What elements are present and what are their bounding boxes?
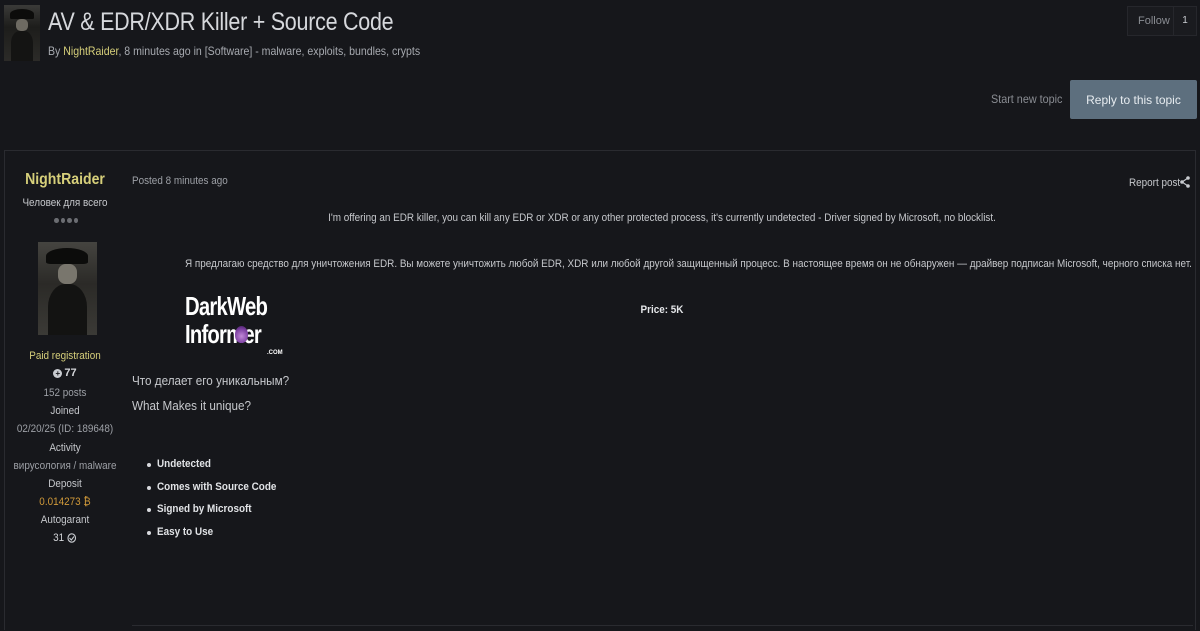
- activity-label: Activity: [49, 442, 81, 454]
- topic-meta-prefix: By: [48, 44, 64, 58]
- autogarant-value-row: 31: [11, 532, 119, 544]
- report-post-link[interactable]: Report post: [1129, 177, 1180, 189]
- post-divider: [132, 625, 1193, 626]
- price-text: Price: 5K: [640, 304, 684, 316]
- start-new-topic-link[interactable]: Start new topic: [991, 92, 1062, 106]
- logo-line1: DarkWeb: [185, 291, 268, 321]
- topic-meta: By NightRaider, 8 minutes ago in [Softwa…: [48, 44, 420, 58]
- follow-button[interactable]: Follow 1: [1127, 6, 1197, 36]
- author-title: Человек для всего: [22, 197, 108, 209]
- follow-count: 1: [1173, 7, 1196, 35]
- deposit-value: 0.014273 ₿: [39, 496, 91, 508]
- topic-header: AV & EDR/XDR Killer + Source Code By Nig…: [0, 0, 1200, 70]
- post-line-en: I'm offering an EDR killer, you can kill…: [328, 212, 996, 224]
- author-group: Paid registration: [29, 350, 101, 362]
- plus-circle-icon: +: [53, 368, 63, 378]
- unique-heading-ru: Что делает его уникальным?: [132, 373, 290, 388]
- reputation-value: 77: [64, 367, 77, 379]
- feature-list: Undetected Comes with Source Code Signed…: [145, 458, 290, 548]
- topic-title: AV & EDR/XDR Killer + Source Code: [48, 8, 394, 36]
- darkweb-informer-logo: DarkWeb Informer .COM: [185, 291, 285, 361]
- joined-value: 02/20/25 (ID: 189648): [16, 423, 114, 435]
- follow-label: Follow: [1138, 15, 1170, 27]
- autogarant-value: 31: [53, 532, 65, 544]
- activity-value: вирусология / malware: [13, 460, 117, 472]
- autogarant-label: Autogarant: [40, 514, 90, 526]
- author-avatar[interactable]: [38, 242, 97, 335]
- joined-label: Joined: [50, 405, 80, 417]
- rank-pips: [54, 218, 78, 224]
- post-count: 152 posts: [43, 387, 87, 399]
- list-item: Comes with Source Code: [145, 481, 290, 504]
- post-container: NightRaider Человек для всего Paid regis…: [4, 150, 1196, 630]
- handshake-icon: [67, 533, 77, 543]
- onion-icon: [235, 326, 248, 343]
- author-panel: NightRaider Человек для всего Paid regis…: [5, 151, 125, 631]
- reputation-badge[interactable]: +77: [5, 367, 125, 379]
- unique-heading-en: What Makes it unique?: [132, 398, 252, 413]
- list-item: Signed by Microsoft: [145, 503, 290, 526]
- reply-to-topic-button[interactable]: Reply to this topic: [1070, 80, 1197, 119]
- post-line-ru: Я предлагаю средство для уничтожения EDR…: [185, 258, 1192, 270]
- topic-author-link[interactable]: NightRaider: [63, 44, 118, 58]
- deposit-label: Deposit: [48, 478, 82, 490]
- author-name[interactable]: NightRaider: [12, 171, 118, 189]
- list-item: Undetected: [145, 458, 290, 481]
- topic-author-avatar[interactable]: [4, 5, 40, 61]
- logo-line2: Informer: [185, 319, 262, 349]
- logo-com: .COM: [267, 350, 283, 356]
- topic-meta-suffix: , 8 minutes ago in [Software] - malware,…: [118, 44, 421, 58]
- list-item: Easy to Use: [145, 526, 290, 549]
- post-date[interactable]: Posted 8 minutes ago: [132, 175, 228, 187]
- share-icon[interactable]: [1180, 176, 1190, 188]
